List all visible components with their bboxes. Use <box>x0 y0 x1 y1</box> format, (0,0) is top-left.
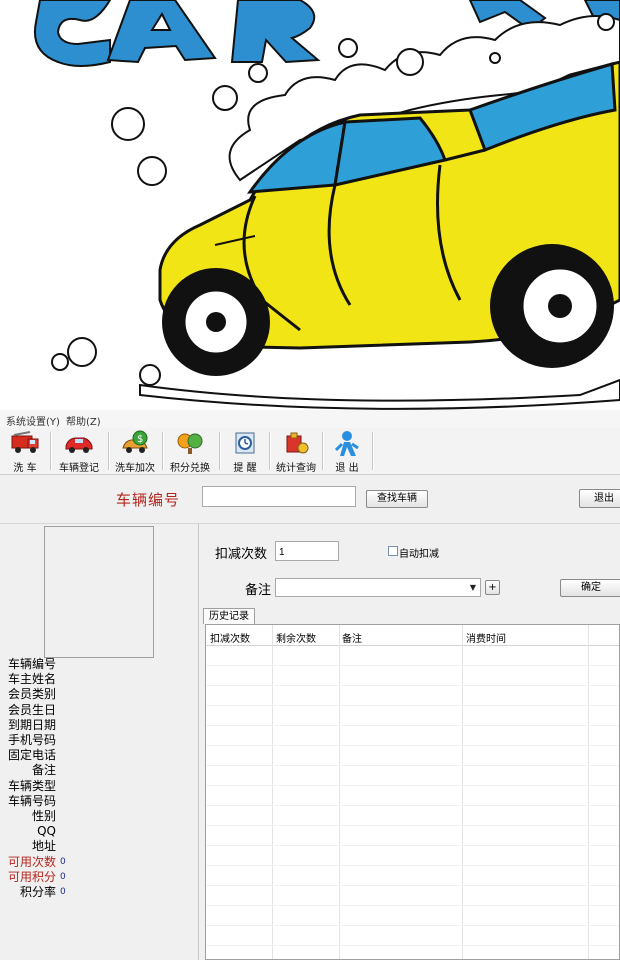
statistics-query-button[interactable]: 统计查询 <box>273 430 319 474</box>
wash-car-button[interactable]: 洗 车 <box>4 430 46 474</box>
history-table: 扣减次数 剩余次数 备注 消费时间 <box>205 624 620 960</box>
statistics-icon <box>286 432 309 454</box>
member-photo <box>44 526 154 658</box>
car-wash-illustration-icon <box>34 0 620 410</box>
wash-car-label: 洗 车 <box>13 463 37 474</box>
column-consume-time[interactable]: 消费时间 <box>466 630 506 645</box>
vehicle-number-label: 车辆编号 <box>116 491 181 509</box>
info-field-value: 0 <box>60 856 66 867</box>
fire-truck-icon <box>11 431 39 453</box>
info-field-row: 手机号码 <box>0 733 190 748</box>
points-exchange-label: 积分兑换 <box>170 463 210 474</box>
info-field-row: 会员类别 <box>0 687 190 702</box>
confirm-button[interactable]: 确定 <box>560 579 620 597</box>
info-field-label: 固定电话 <box>7 748 56 763</box>
statistics-query-label: 统计查询 <box>276 463 316 474</box>
wash-panel: 扣减次数 自动扣减 备注 ▼ + 确定 历史记录 扣减次数 剩余次数 备注 消费… <box>199 524 620 960</box>
column-remark[interactable]: 备注 <box>342 630 362 645</box>
info-field-row: 备注 <box>0 763 190 778</box>
remark-dropdown[interactable]: ▼ <box>275 578 481 597</box>
points-exchange-button[interactable]: 积分兑换 <box>166 430 214 474</box>
reminder-label: 提 醒 <box>233 463 257 474</box>
info-field-value: 0 <box>60 871 66 882</box>
history-table-header: 扣减次数 剩余次数 备注 消费时间 <box>206 625 619 646</box>
info-field-row: 可用次数 0 <box>0 855 190 870</box>
auto-deduct-checkbox[interactable] <box>388 546 398 556</box>
chevron-down-icon: ▼ <box>469 583 476 592</box>
exit-toolbar-button[interactable]: 退 出 <box>326 430 368 474</box>
info-field-row: 性别 <box>0 809 190 824</box>
exit-button[interactable]: 退出 <box>579 489 620 508</box>
info-field-row: 车辆号码 <box>0 794 190 809</box>
add-wash-times-label: 洗车加次 <box>115 463 155 474</box>
info-field-label: 可用积分 <box>7 869 56 884</box>
menu-help[interactable]: 帮助(Z) <box>66 413 101 428</box>
column-deduct-times[interactable]: 扣减次数 <box>210 630 250 645</box>
red-car-icon <box>65 437 93 453</box>
info-field-label: 车辆编号 <box>7 657 56 671</box>
menu-bar: 系统设置(Y) 帮助(Z) <box>0 410 620 429</box>
member-info-panel: 车辆编号 车主姓名 会员类别 会员生日 到期日期 手机号码 固定电话 备注 车辆类型 车辆号码 性别… <box>0 524 199 960</box>
info-field-row: 地址 <box>0 839 190 854</box>
info-field-label: QQ <box>37 824 56 839</box>
money-car-icon: $ <box>122 430 148 453</box>
info-field-row: 可用积分 0 <box>0 870 190 885</box>
info-field-label: 可用次数 <box>7 854 56 869</box>
deduct-times-input[interactable] <box>275 541 339 561</box>
add-remark-button[interactable]: + <box>485 580 500 595</box>
add-wash-times-button[interactable]: $ 洗车加次 <box>112 430 158 474</box>
info-field-row: 积分率 0 <box>0 885 190 900</box>
vehicle-register-button[interactable]: 车辆登记 <box>54 430 104 474</box>
coins-icon <box>177 433 203 454</box>
toolbar: 洗 车 车辆登记 $ 洗车加次 积分兑换 提 醒 统计查询 退 出 <box>0 428 620 475</box>
info-field-row: 车辆编号 <box>0 657 190 672</box>
info-field-row: 车主姓名 <box>0 672 190 687</box>
reminder-icon <box>235 432 255 454</box>
info-field-row: 会员生日 <box>0 703 190 718</box>
info-field-row: 车辆类型 <box>0 779 190 794</box>
info-field-label: 地址 <box>31 839 56 854</box>
info-field-label: 车辆类型 <box>7 778 56 793</box>
info-field-label: 会员生日 <box>7 702 56 717</box>
deduct-times-label: 扣减次数 <box>215 547 268 562</box>
banner-illustration <box>0 0 620 410</box>
info-field-label: 手机号码 <box>7 733 56 747</box>
column-remaining-times[interactable]: 剩余次数 <box>276 630 316 645</box>
info-field-label: 到期日期 <box>7 717 56 732</box>
svg-text:$: $ <box>137 434 143 445</box>
info-field-label: 车辆号码 <box>7 793 56 808</box>
vehicle-number-input[interactable] <box>202 486 356 507</box>
info-field-row: QQ <box>0 824 190 839</box>
info-field-label: 性别 <box>31 809 56 823</box>
exit-person-icon <box>334 431 359 456</box>
reminder-button[interactable]: 提 醒 <box>224 430 266 474</box>
info-field-label: 备注 <box>31 763 56 778</box>
search-row: 车辆编号 查找车辆 退出 <box>0 475 620 524</box>
tab-history[interactable]: 历史记录 <box>203 608 255 624</box>
info-field-value: 0 <box>60 887 66 897</box>
vehicle-register-label: 车辆登记 <box>59 463 99 474</box>
remark-label: 备注 <box>245 583 272 598</box>
info-field-row: 到期日期 <box>0 718 190 733</box>
info-field-row: 固定电话 <box>0 748 190 763</box>
find-vehicle-button[interactable]: 查找车辆 <box>366 490 428 508</box>
menu-system-settings[interactable]: 系统设置(Y) <box>6 413 60 428</box>
info-field-label: 积分率 <box>19 885 56 899</box>
exit-toolbar-label: 退 出 <box>335 463 359 474</box>
info-field-label: 车主姓名 <box>7 672 56 687</box>
info-field-label: 会员类别 <box>7 687 56 702</box>
auto-deduct-label: 自动扣减 <box>399 549 439 560</box>
